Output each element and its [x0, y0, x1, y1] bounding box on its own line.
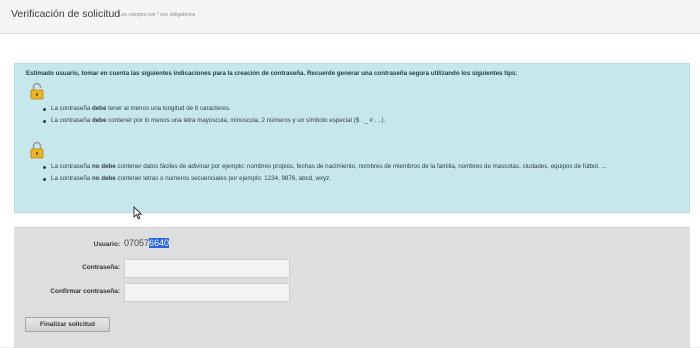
- required-fields-note: Los campos con * son obligatorios: [119, 12, 196, 18]
- password-tips-box: Estimado usuario, tomar en cuenta las si…: [14, 63, 690, 213]
- list-item: La contraseña debe contener por lo menos…: [41, 117, 661, 126]
- user-value[interactable]: 070576640: [124, 238, 170, 248]
- list-item: La contraseña debe tener al menos una lo…: [41, 105, 661, 114]
- page-title: Verificación de solicitud: [11, 8, 121, 20]
- must-tips-list: La contraseña debe tener al menos una lo…: [41, 105, 661, 128]
- confirm-password-input[interactable]: [124, 283, 290, 302]
- password-input[interactable]: [124, 259, 290, 278]
- confirm-password-label: Confirmar contraseña:: [50, 288, 120, 295]
- lock-open-icon: [30, 82, 44, 100]
- verification-form: Usuario: 070576640 Contraseña: Confirmar…: [14, 227, 690, 348]
- submit-button[interactable]: Finalizar solicitud: [25, 317, 110, 332]
- list-item: La contraseña no debe contener datos fác…: [41, 163, 681, 172]
- must-not-tips-list: La contraseña no debe contener datos fác…: [41, 163, 681, 186]
- lock-icon: [30, 141, 44, 159]
- main-content: Estimado usuario, tomar en cuenta las si…: [0, 34, 700, 348]
- page-header: Verificación de solicitud Los campos con…: [0, 0, 700, 34]
- text-cursor-icon: [133, 206, 142, 220]
- user-label: Usuario:: [93, 241, 120, 248]
- tips-intro: Estimado usuario, tomar en cuenta las si…: [26, 70, 518, 77]
- password-label: Contraseña:: [82, 264, 120, 271]
- list-item: La contraseña no debe contener letras o …: [41, 175, 681, 184]
